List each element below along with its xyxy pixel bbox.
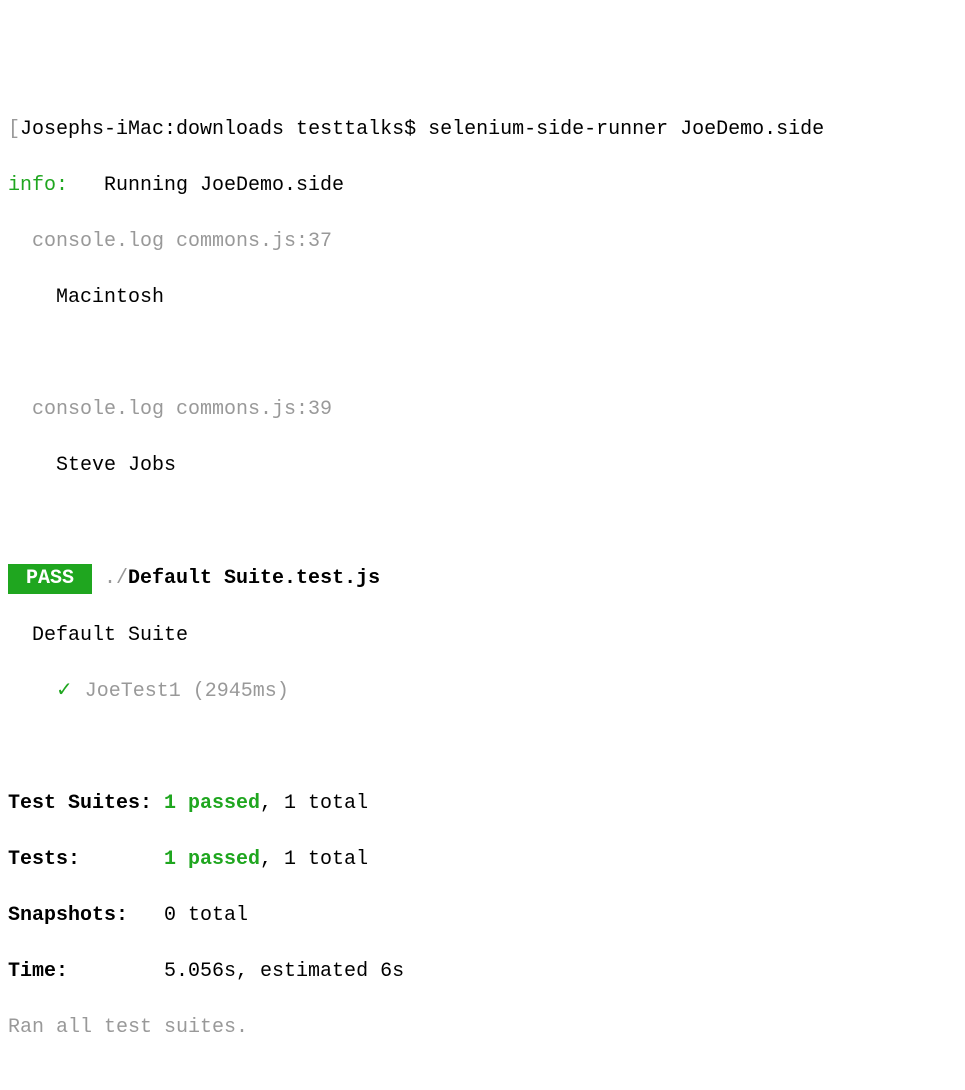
summary-tests: Tests: 1 passed, 1 total	[8, 846, 957, 874]
tests-total: , 1 total	[260, 848, 368, 871]
tests-label: Tests:	[8, 848, 164, 871]
shell-command: selenium-side-runner JoeDemo.side	[428, 118, 824, 141]
snapshots-label: Snapshots:	[8, 904, 164, 927]
tests-passed: 1 passed	[164, 848, 260, 871]
test-suites-label: Test Suites:	[8, 792, 164, 815]
blank-line-2	[8, 508, 957, 536]
time-value: 5.056s, estimated 6s	[164, 960, 404, 983]
test-suites-total: , 1 total	[260, 792, 368, 815]
blank-line-4	[8, 1070, 957, 1090]
blank-line-3	[8, 734, 957, 762]
summary-test-suites: Test Suites: 1 passed, 1 total	[8, 790, 957, 818]
console-output-1: Macintosh	[8, 284, 957, 312]
shell-prompt: Josephs-iMac:downloads testtalks$	[20, 118, 428, 141]
ran-all-suites: Ran all test suites.	[8, 1014, 957, 1042]
command-line-1: [Josephs-iMac:downloads testtalks$ selen…	[8, 116, 957, 144]
pass-badge: PASS	[8, 564, 92, 594]
test-name: JoeTest1 (2945ms)	[85, 680, 289, 703]
console-output-2: Steve Jobs	[8, 452, 957, 480]
info-label: info:	[8, 174, 68, 197]
pass-file-path: Default Suite.test.js	[128, 567, 380, 590]
summary-time: Time: 5.056s, estimated 6s	[8, 958, 957, 986]
snapshots-value: 0 total	[164, 904, 248, 927]
pass-line: PASS ./Default Suite.test.js	[8, 564, 957, 594]
info-line: info: Running JoeDemo.side	[8, 172, 957, 200]
prompt-bracket: [	[8, 118, 20, 141]
info-text: Running JoeDemo.side	[68, 174, 344, 197]
pass-path-prefix: ./	[92, 567, 128, 590]
suite-name: Default Suite	[8, 622, 957, 650]
console-log-1: console.log commons.js:37	[8, 228, 957, 256]
summary-snapshots: Snapshots: 0 total	[8, 902, 957, 930]
blank-line-1	[8, 340, 957, 368]
checkmark-icon: ✓	[8, 680, 85, 703]
test-result-line: ✓ JoeTest1 (2945ms)	[8, 678, 957, 706]
test-suites-passed: 1 passed	[164, 792, 260, 815]
console-log-2: console.log commons.js:39	[8, 396, 957, 424]
time-label: Time:	[8, 960, 164, 983]
